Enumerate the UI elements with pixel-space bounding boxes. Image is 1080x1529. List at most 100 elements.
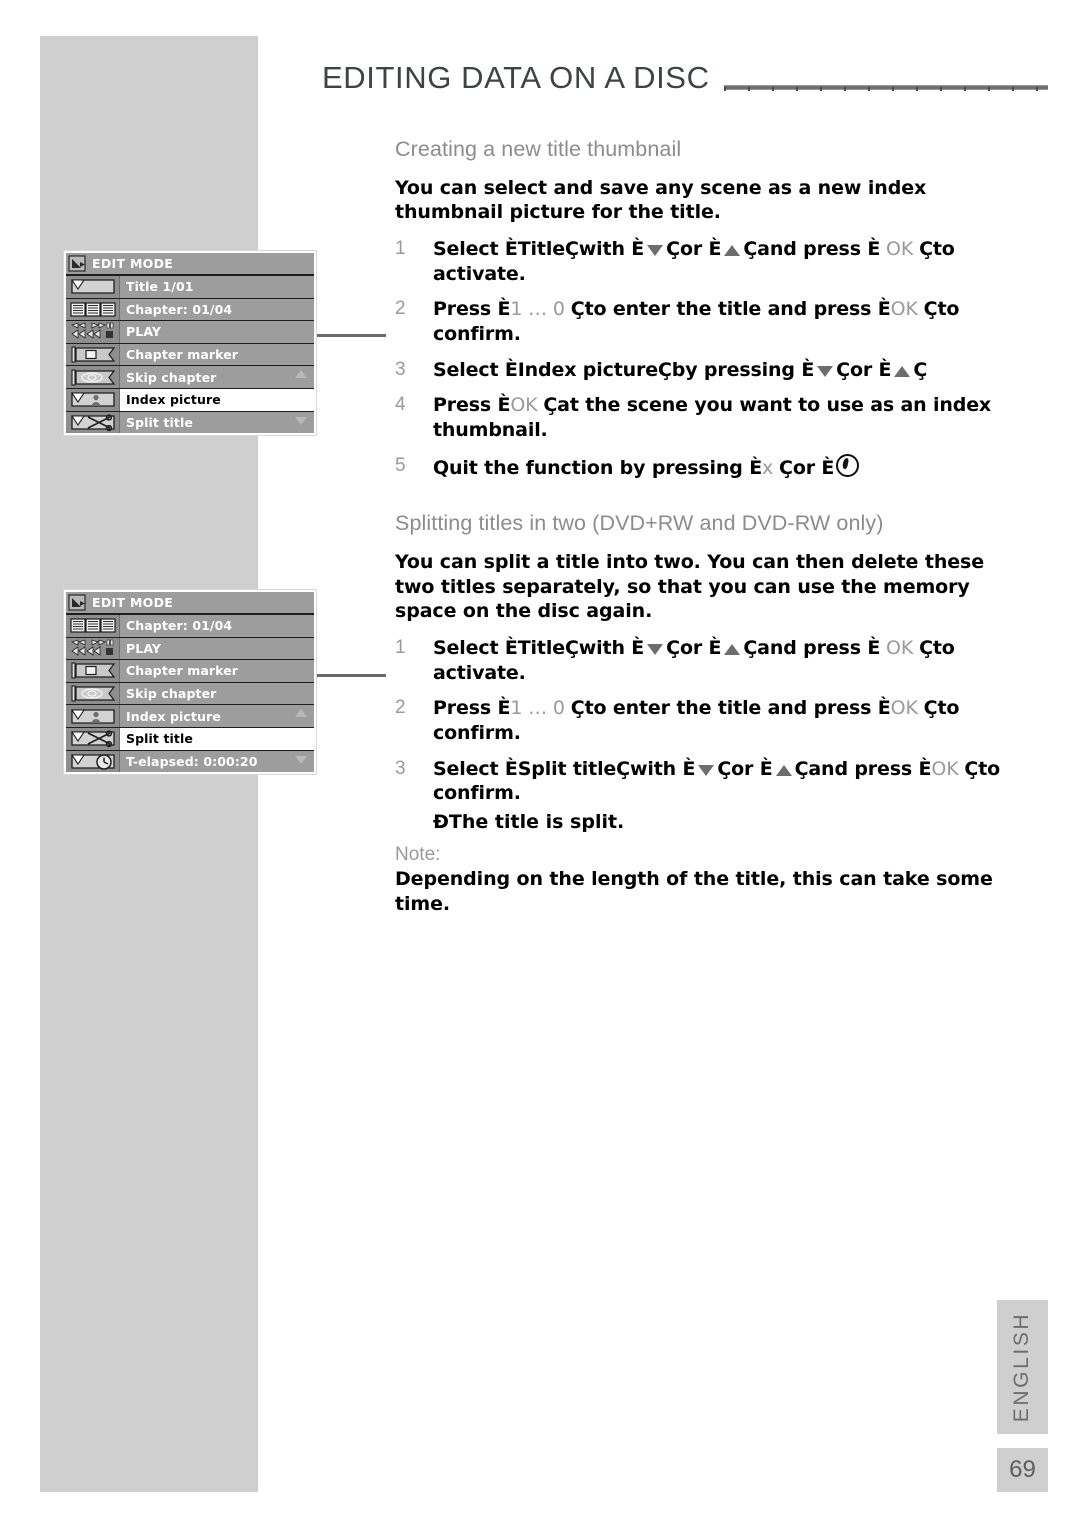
step-text-run: or: [792, 456, 822, 479]
step-item: 1 Select ÈTitleÇwith È Çor È Çand press È O…: [395, 636, 1005, 685]
step-item: 2 Press È1 … 0 Çto enter the title and pr…: [395, 696, 1005, 745]
key-bracket: È: [631, 237, 645, 260]
flag-eye-icon: [70, 685, 115, 702]
key-bracket: È: [631, 636, 645, 659]
header-rule-ticks: [723, 86, 1048, 91]
section-intro-creating-thumbnail: You can select and save any scene as a n…: [395, 176, 927, 224]
down-triangle-icon: [698, 764, 715, 776]
osd-row-title-1-01[interactable]: Title 1/01: [66, 276, 314, 299]
osd-row-chapter-marker[interactable]: Chapter marker: [66, 660, 314, 683]
step-item: 2 Press È1 … 0 Çto enter the title and pr…: [395, 297, 1005, 346]
osd-row-label: Index picture: [126, 392, 221, 408]
key-bracket: Ç: [666, 237, 680, 260]
step-number: 2: [395, 697, 406, 719]
folder-person-icon: [70, 392, 115, 407]
content-column: Creating a new title thumbnail You can s…: [395, 136, 1005, 928]
osd-row-label: Skip chapter: [126, 686, 217, 702]
up-triangle-icon: [775, 764, 792, 776]
page-number: 69: [997, 1448, 1048, 1492]
step-text: Select ÈTitleÇwith È Çor È Çand press È OK…: [433, 636, 1005, 685]
key-label: OK: [510, 394, 544, 417]
key-label: OK: [931, 757, 965, 780]
osd-row-skip-chapter[interactable]: Skip chapter: [66, 682, 314, 706]
osd-menu-edit-mode-1[interactable]: EDIT MODE Title 1/01 Chapter: 01/04 PLAY Cha…: [63, 250, 317, 437]
osd-row-chapter-01-04[interactable]: Chapter: 01/04: [66, 298, 314, 322]
osd-row-label: Chapter: 01/04: [126, 618, 233, 634]
osd-row-split-title[interactable]: Split title: [66, 727, 314, 751]
key-bracket: Ç: [919, 636, 933, 659]
osd-row-label: PLAY: [126, 640, 162, 656]
osd-row-icon-cell: [66, 660, 120, 682]
step-text-run: with: [578, 636, 632, 659]
scroll-down-arrow-icon[interactable]: [295, 416, 307, 425]
step-item: 3 Select ÈIndex pictureÇby pressing È Çor …: [395, 358, 1005, 383]
key-bracket: È: [821, 456, 835, 479]
step-text-run: to enter the title and press: [584, 697, 878, 720]
key-bracket: È: [504, 757, 518, 780]
flag-marker-icon: [70, 346, 115, 363]
osd-menu-edit-mode-2[interactable]: EDIT MODE Chapter: 01/04 PLAY Chapter marke…: [63, 589, 317, 776]
osd-row-icon-cell: [66, 411, 120, 434]
key-bracket: Ç: [913, 358, 928, 381]
flag-eye-icon: [70, 369, 115, 386]
key-bracket: È: [801, 358, 815, 381]
key-label: OK: [880, 636, 920, 659]
osd-row-icon-cell: [66, 298, 120, 321]
key-bracket: È: [918, 757, 932, 780]
osd-row-icon-cell: [66, 321, 120, 343]
step-text-run: or: [679, 636, 709, 659]
step-text-run: Select: [433, 358, 505, 381]
key-bracket: Ç: [616, 757, 630, 780]
osd-title-bar: EDIT MODE: [66, 592, 314, 615]
section-heading-creating-thumbnail: Creating a new title thumbnail: [395, 137, 682, 161]
osd-row-play[interactable]: PLAY: [66, 321, 314, 344]
page-title: EDITING DATA ON A DISC: [322, 60, 710, 95]
steps-list-splitting-titles: 1 Select ÈTitleÇwith È Çor È Çand press È O…: [395, 636, 1005, 806]
key-bracket: Ç: [743, 237, 758, 260]
step-number: 2: [395, 298, 406, 320]
folder-scissors-icon: [70, 730, 115, 748]
osd-row-icon-cell: [66, 637, 120, 660]
key-bracket: È: [878, 358, 892, 381]
key-bracket: Ç: [794, 757, 809, 780]
scroll-down-arrow-icon[interactable]: [295, 755, 307, 764]
step-text: Select ÈSplit titleÇwith È Çor È Çand pres…: [433, 757, 1005, 806]
osd-row-icon-cell: [66, 366, 120, 388]
step-number: 1: [395, 636, 406, 658]
step-text-run: and press: [757, 636, 868, 659]
key-bracket: Ç: [564, 237, 579, 260]
down-triangle-icon: [647, 643, 664, 655]
step-text-run: with: [578, 237, 632, 260]
folder-person-icon: [70, 709, 115, 724]
osd-row-label: Skip chapter: [126, 369, 217, 385]
osd-row-play[interactable]: PLAY: [66, 637, 314, 661]
osd-row-label: Split title: [126, 731, 193, 747]
osd-row-chapter-01-04[interactable]: Chapter: 01/04: [66, 615, 314, 638]
osd-row-split-title[interactable]: Split title: [66, 411, 314, 434]
scroll-up-arrow-icon[interactable]: [295, 709, 307, 718]
key-bracket: Ç: [543, 394, 558, 417]
osd-row-index-picture[interactable]: Index picture: [66, 705, 314, 728]
header-rule: [723, 83, 1048, 91]
section-intro-splitting-titles: You can split a title into two. You can …: [395, 550, 985, 623]
osd-row-index-picture[interactable]: Index picture: [66, 388, 314, 412]
key-bracket: È: [497, 298, 511, 321]
step-text: Press È1 … 0 Çto enter the title and pre…: [433, 696, 1005, 745]
osd-row-t-elapsed-0-00-20[interactable]: T-elapsed: 0:00:20: [66, 750, 314, 773]
key-label: 1 … 0: [510, 697, 571, 720]
step-item: 1 Select ÈTitleÇwith È Çor È Çand press È O…: [395, 237, 1005, 286]
step-text: Press È1 … 0 Çto enter the title and pre…: [433, 297, 1005, 346]
key-bracket: È: [504, 358, 518, 381]
down-triangle-icon: [817, 365, 834, 377]
step-text-run: Index picture: [517, 358, 658, 381]
step-text-run: Press: [433, 298, 498, 321]
scroll-up-arrow-icon[interactable]: [295, 370, 307, 379]
transport-play-icon: [70, 639, 113, 656]
transport-play-icon: [70, 322, 113, 340]
step-text-run: by pressing: [671, 358, 802, 381]
flag-marker-icon: [70, 662, 115, 680]
folder-title-icon: [70, 279, 115, 294]
edit-mode-icon: [68, 255, 86, 272]
osd-row-skip-chapter[interactable]: Skip chapter: [66, 366, 314, 389]
osd-row-chapter-marker[interactable]: Chapter marker: [66, 343, 314, 367]
